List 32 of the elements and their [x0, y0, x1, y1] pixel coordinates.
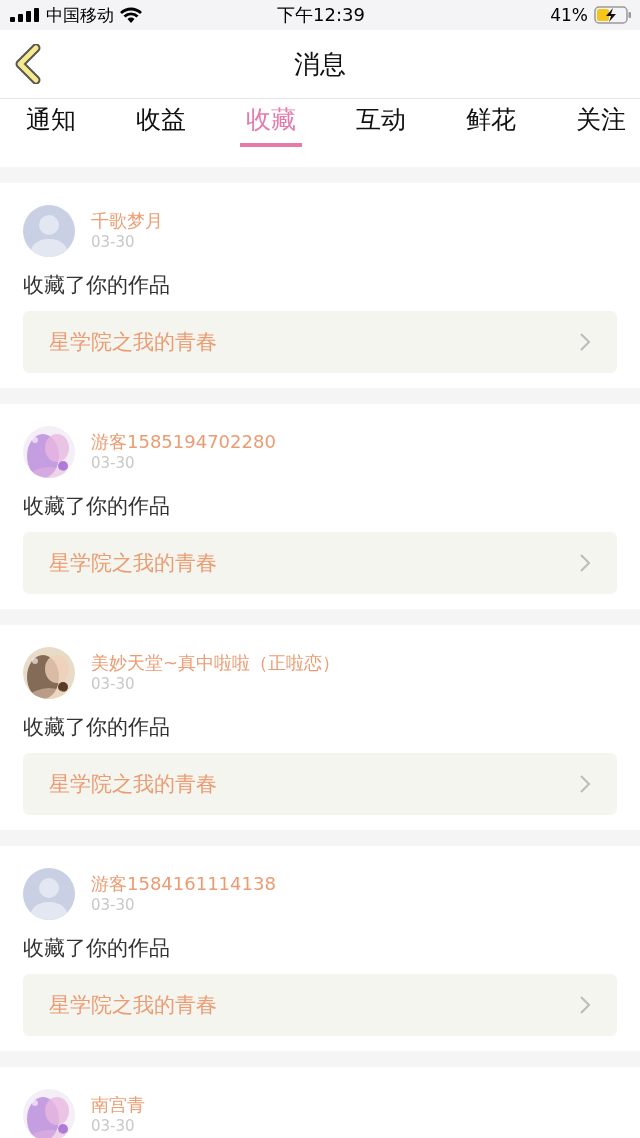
message-text: 收藏了你的作品 [23, 493, 171, 520]
tab[interactable]: 关注 [570, 99, 632, 147]
message-text: 收藏了你的作品 [23, 272, 171, 299]
battery-percent: 41% [550, 5, 588, 25]
tab[interactable]: 通知 [20, 99, 82, 147]
message-text: 收藏了你的作品 [23, 935, 171, 962]
tab[interactable]: 鲜花 [460, 99, 522, 147]
chevron-right-icon [579, 995, 591, 1015]
tab[interactable]: 收益 [130, 99, 192, 147]
work-link[interactable]: 星学院之我的青春 [23, 311, 617, 373]
clock-time: 下午12:39 [277, 3, 365, 27]
page-title: 消息 [294, 47, 346, 81]
back-button[interactable] [14, 44, 42, 84]
user-name[interactable]: 美妙天堂~真中啦啦（正啦恋） [91, 652, 341, 674]
user-name[interactable]: 千歌梦月 [91, 210, 163, 232]
user-name[interactable]: 游客1584161114138 [91, 873, 276, 895]
avatar-icon [23, 868, 75, 920]
battery-icon [594, 6, 632, 24]
message-text: 收藏了你的作品 [23, 714, 171, 741]
work-link[interactable]: 星学院之我的青春 [23, 532, 617, 594]
work-link[interactable]: 星学院之我的青春 [23, 753, 617, 815]
tab[interactable]: 互动 [350, 99, 412, 147]
signal-icon [10, 8, 40, 22]
chevron-right-icon [579, 774, 591, 794]
user-name[interactable]: 游客1585194702280 [91, 431, 276, 453]
chevron-right-icon [579, 332, 591, 352]
user-name[interactable]: 南宫青 [91, 1094, 145, 1116]
avatar-icon [23, 205, 75, 257]
wifi-icon [120, 7, 142, 23]
chevron-right-icon [579, 553, 591, 573]
carrier-name: 中国移动 [46, 3, 114, 27]
work-link[interactable]: 星学院之我的青春 [23, 974, 617, 1036]
